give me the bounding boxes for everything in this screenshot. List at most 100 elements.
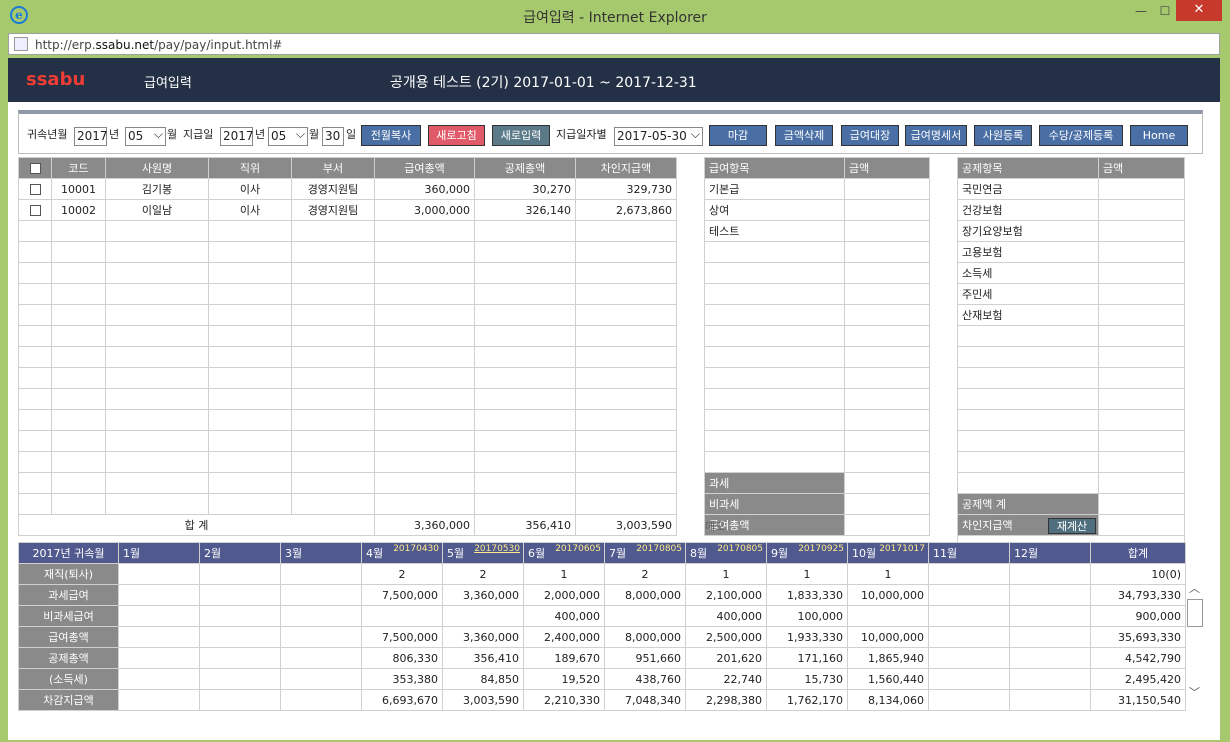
month-pay-date[interactable]: 20170805 — [636, 544, 682, 554]
month-pay-date[interactable]: 20170925 — [798, 544, 844, 554]
pay-item-amount[interactable] — [844, 304, 930, 326]
recalculate-button[interactable]: 재계산 — [1048, 518, 1096, 534]
deduct-item-amount[interactable] — [1098, 241, 1185, 263]
pay-item-row[interactable] — [704, 388, 930, 410]
pay-item-row[interactable]: 상여 — [704, 199, 930, 221]
deduct-item-row[interactable] — [957, 472, 1185, 494]
address-bar[interactable]: http://erp.ssabu.net/pay/pay/input.html# — [8, 33, 1220, 55]
row-checkbox[interactable] — [18, 346, 52, 368]
allowance-register-button[interactable]: 수당/공제등록 — [1039, 125, 1123, 146]
pay-item-amount[interactable] — [844, 367, 930, 389]
deduct-item-row[interactable]: 국민연금 — [957, 178, 1185, 200]
deduct-item-amount[interactable] — [1098, 346, 1185, 368]
table-row[interactable] — [18, 283, 677, 305]
payroll-ledger-button[interactable]: 급여대장 — [841, 125, 899, 146]
scroll-up-icon[interactable]: ︿ — [1189, 580, 1200, 596]
pay-item-row[interactable] — [704, 430, 930, 452]
select-all-checkbox[interactable] — [18, 157, 52, 179]
deduct-item-amount[interactable] — [1098, 325, 1185, 347]
deduct-item-row[interactable] — [957, 346, 1185, 368]
row-checkbox[interactable] — [18, 304, 52, 326]
scroll-down-icon[interactable]: ﹀ — [1189, 684, 1200, 700]
month-header[interactable]: 5월 20170530 — [442, 542, 524, 564]
pay-item-row[interactable] — [704, 346, 930, 368]
deduct-item-row[interactable] — [957, 409, 1185, 431]
month-header[interactable]: 1월 — [118, 542, 200, 564]
pay-item-row[interactable] — [704, 283, 930, 305]
copy-prev-month-button[interactable]: 전월복사 — [361, 125, 421, 146]
row-checkbox[interactable] — [18, 262, 52, 284]
pay-item-amount[interactable] — [844, 262, 930, 284]
pay-item-row[interactable] — [704, 262, 930, 284]
row-checkbox[interactable] — [18, 178, 52, 200]
month-header[interactable]: 8월 20170805 — [685, 542, 767, 564]
deduct-item-row[interactable] — [957, 388, 1185, 410]
table-row[interactable] — [18, 367, 677, 389]
row-checkbox[interactable] — [18, 199, 52, 221]
table-row[interactable] — [18, 346, 677, 368]
pay-item-amount[interactable] — [844, 178, 930, 200]
scroll-thumb[interactable] — [1187, 599, 1203, 627]
table-row[interactable]: 10002 이일남 이사 경영지원팀 3,000,000 326,140 2,673,860 — [18, 199, 677, 221]
deduct-item-amount[interactable] — [1098, 388, 1185, 410]
deduct-item-amount[interactable] — [1098, 283, 1185, 305]
pay-item-row[interactable]: 기본급 — [704, 178, 930, 200]
deduct-item-amount[interactable] — [1098, 262, 1185, 284]
summary-scrollbar[interactable]: ︿ ﹀ — [1187, 580, 1204, 702]
pay-statement-button[interactable]: 급여명세서 — [905, 125, 967, 146]
month-header[interactable]: 4월 20170430 — [361, 542, 443, 564]
pay-item-amount[interactable] — [844, 451, 930, 473]
pay-year-input[interactable]: 2017 — [220, 127, 254, 146]
deduct-item-amount[interactable] — [1098, 220, 1185, 242]
pay-item-amount[interactable] — [844, 220, 930, 242]
new-input-button[interactable]: 새로입력 — [492, 125, 550, 146]
row-checkbox[interactable] — [18, 451, 52, 473]
table-row[interactable] — [18, 388, 677, 410]
row-checkbox[interactable] — [18, 409, 52, 431]
deduct-item-amount[interactable] — [1098, 472, 1185, 494]
table-row[interactable]: 10001 김기봉 이사 경영지원팀 360,000 30,270 329,730 — [18, 178, 677, 200]
table-row[interactable] — [18, 451, 677, 473]
deduct-item-row[interactable]: 산재보험 — [957, 304, 1185, 326]
month-pay-date[interactable]: 20170430 — [393, 544, 439, 554]
deduct-item-row[interactable]: 소득세 — [957, 262, 1185, 284]
pay-item-amount[interactable] — [844, 283, 930, 305]
month-header[interactable]: 7월 20170805 — [604, 542, 686, 564]
deduct-item-row[interactable]: 주민세 — [957, 283, 1185, 305]
pay-item-amount[interactable] — [844, 430, 930, 452]
month-header[interactable]: 6월 20170605 — [523, 542, 605, 564]
deduct-item-amount[interactable] — [1098, 409, 1185, 431]
month-pay-date[interactable]: 20170805 — [717, 544, 763, 554]
table-row[interactable] — [18, 241, 677, 263]
pay-item-row[interactable]: 테스트 — [704, 220, 930, 242]
table-row[interactable] — [18, 262, 677, 284]
pay-item-amount[interactable] — [844, 241, 930, 263]
row-checkbox[interactable] — [18, 388, 52, 410]
pay-item-row[interactable] — [704, 325, 930, 347]
pay-item-row[interactable] — [704, 367, 930, 389]
pay-item-row[interactable] — [704, 241, 930, 263]
deduct-item-row[interactable]: 건강보험 — [957, 199, 1185, 221]
month-pay-date[interactable]: 20170605 — [555, 544, 601, 554]
pay-month-select[interactable]: 05 — [268, 127, 308, 146]
deduct-item-amount[interactable] — [1098, 451, 1185, 473]
deduct-item-row[interactable]: 고용보험 — [957, 241, 1185, 263]
month-pay-date[interactable]: 20171017 — [879, 544, 925, 554]
deduct-item-row[interactable] — [957, 325, 1185, 347]
deduct-item-amount[interactable] — [1098, 178, 1185, 200]
refresh-button[interactable]: 새로고침 — [428, 125, 485, 146]
deduct-item-amount[interactable] — [1098, 304, 1185, 326]
home-button[interactable]: Home — [1130, 125, 1188, 146]
pay-item-amount[interactable] — [844, 325, 930, 347]
table-row[interactable] — [18, 220, 677, 242]
month-header[interactable]: 9월 20170925 — [766, 542, 848, 564]
table-row[interactable] — [18, 472, 677, 494]
pay-date-select[interactable]: 2017-05-30 — [614, 127, 703, 146]
row-checkbox[interactable] — [18, 367, 52, 389]
deduct-item-row[interactable] — [957, 367, 1185, 389]
belong-month-select[interactable]: 05 — [125, 127, 166, 146]
month-header[interactable]: 11월 — [928, 542, 1010, 564]
table-row[interactable] — [18, 304, 677, 326]
deduct-item-row[interactable] — [957, 451, 1185, 473]
deduct-item-amount[interactable] — [1098, 199, 1185, 221]
